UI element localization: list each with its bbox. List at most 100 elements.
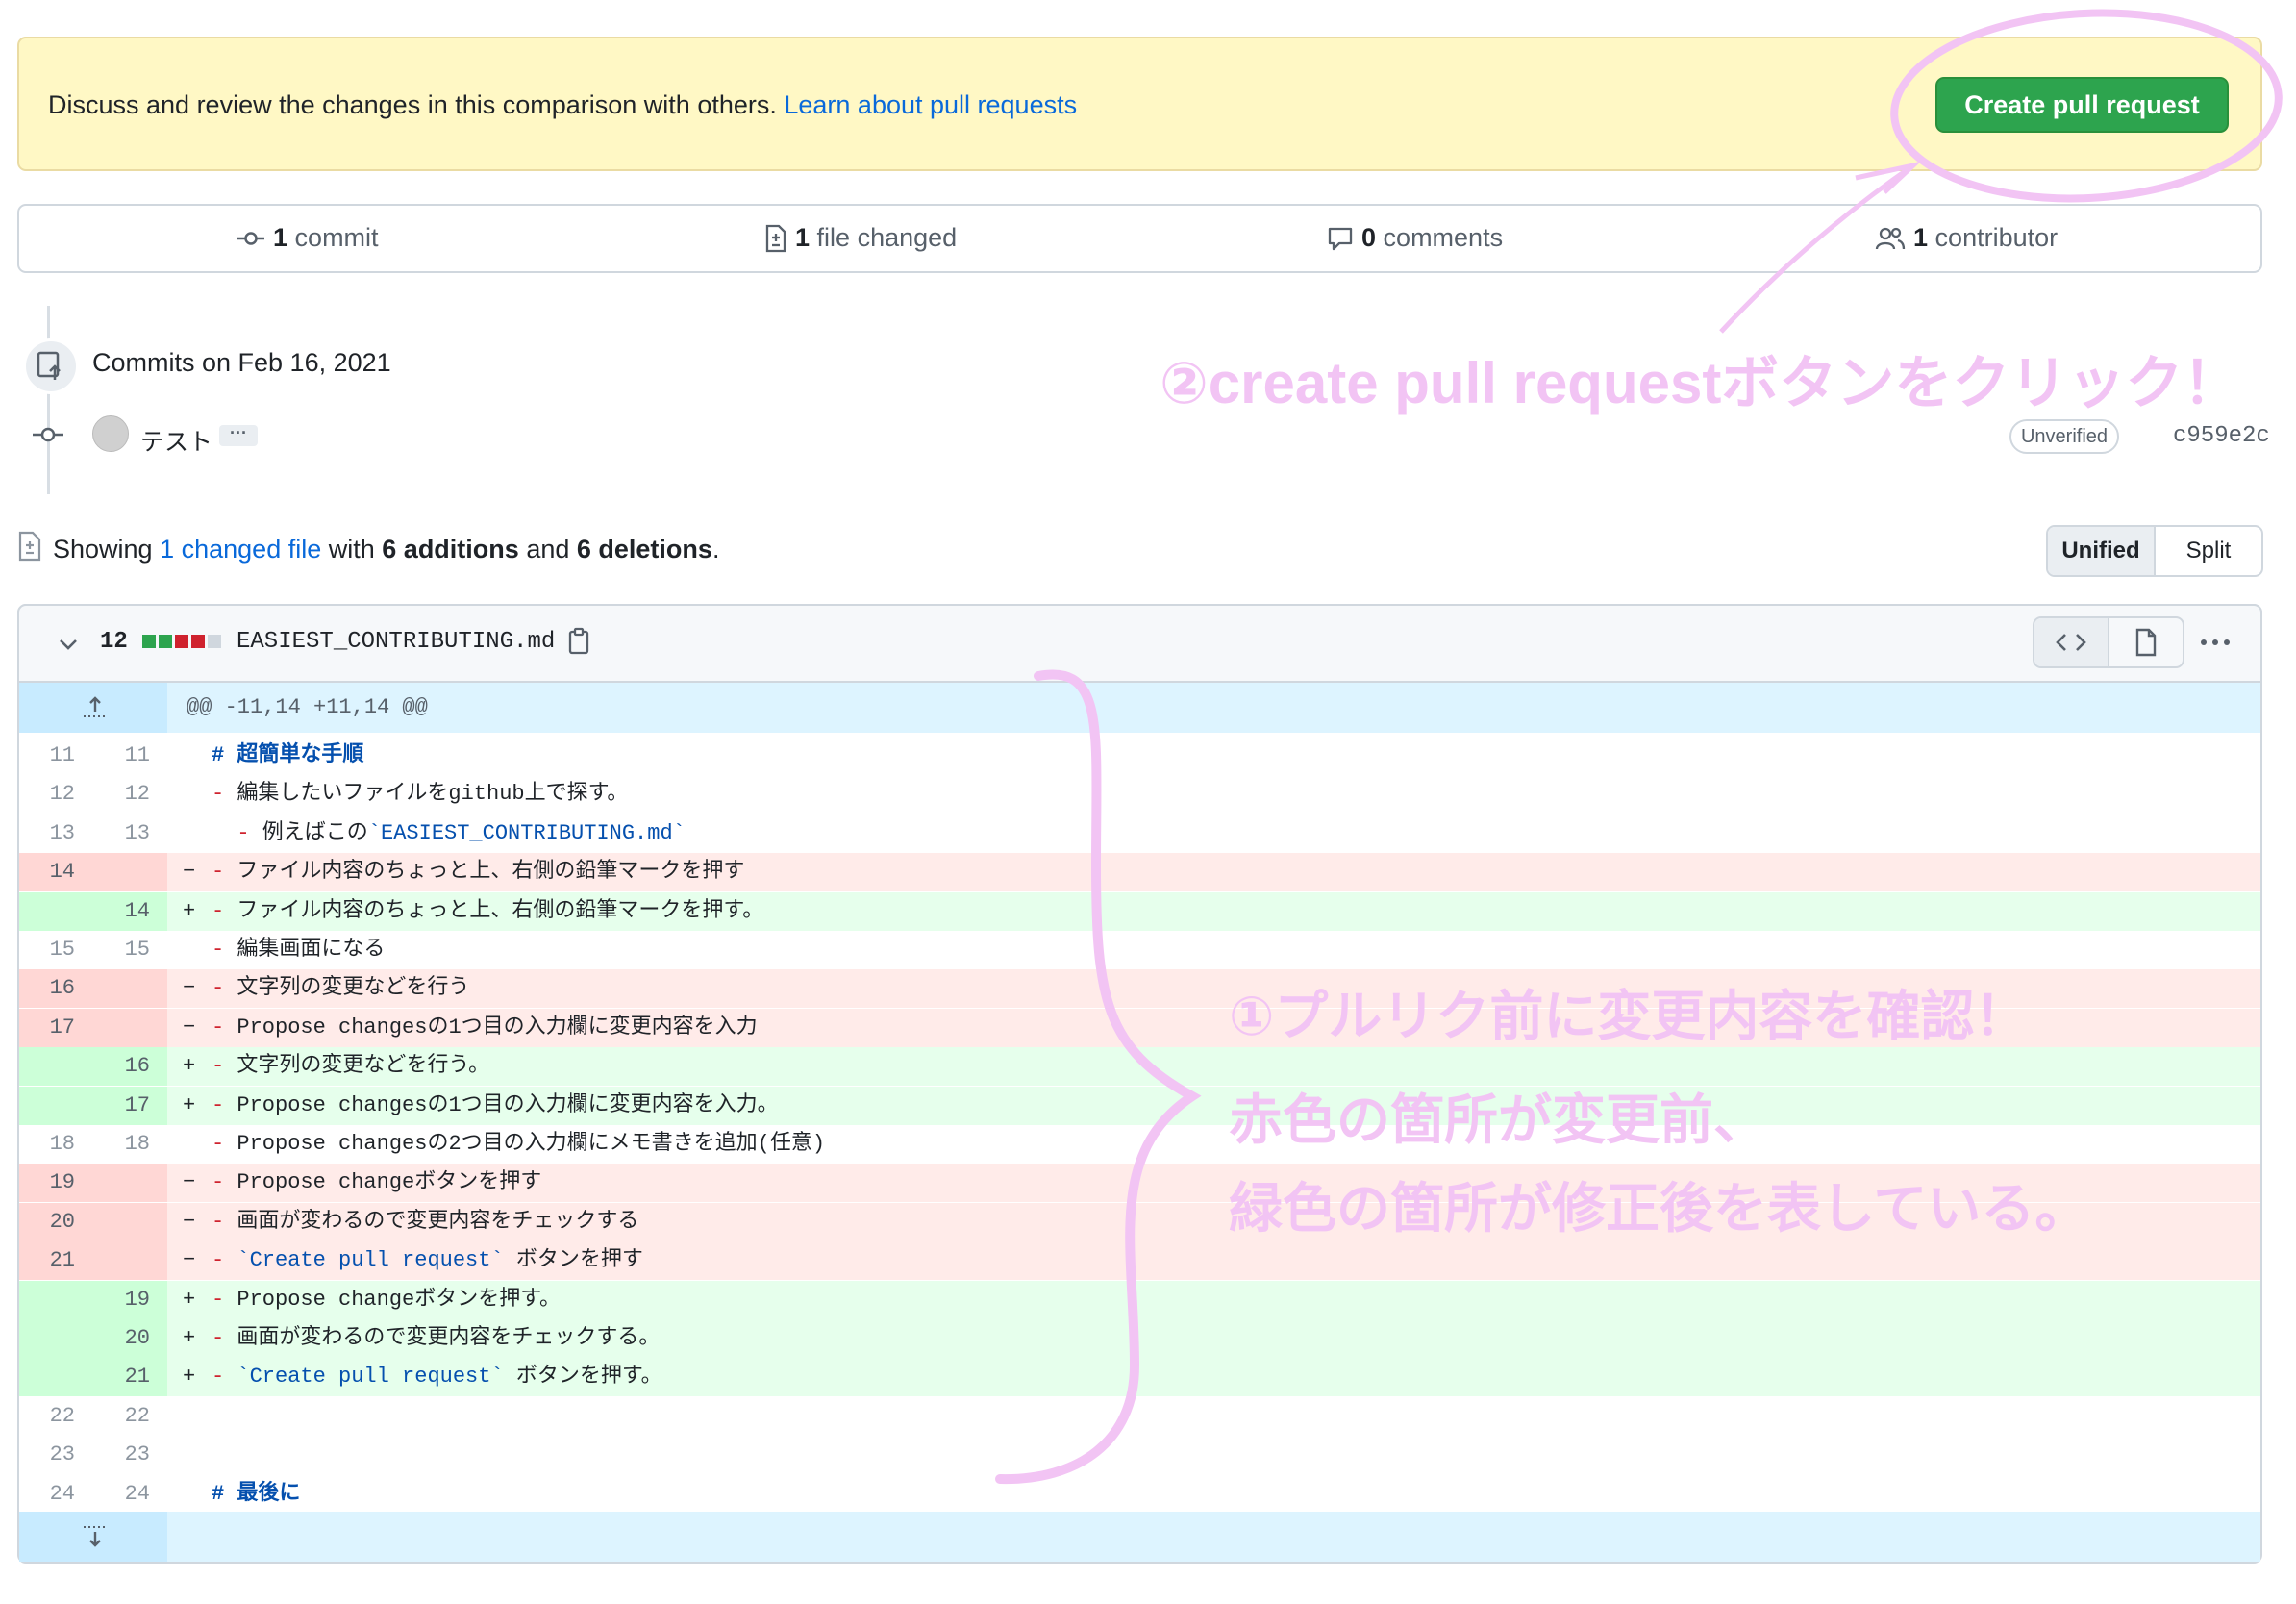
fold-up-icon[interactable]: [81, 694, 110, 721]
file-view-buttons: [2033, 616, 2184, 668]
old-line-number[interactable]: [19, 1319, 75, 1358]
old-line-number[interactable]: 24: [19, 1475, 75, 1514]
create-pull-request-button[interactable]: Create pull request: [1935, 77, 2229, 133]
new-line-number[interactable]: 23: [92, 1436, 150, 1474]
old-line-number[interactable]: 21: [19, 1241, 75, 1280]
new-line-number[interactable]: 13: [92, 815, 150, 853]
commit-sha-link[interactable]: c959e2c: [2173, 423, 2270, 449]
old-line-number[interactable]: 13: [19, 815, 75, 853]
old-line-number[interactable]: [19, 1281, 75, 1319]
old-line-number[interactable]: [19, 1047, 75, 1086]
learn-pull-requests-link[interactable]: Learn about pull requests: [784, 90, 1077, 119]
diff-line-ctx: 12 12 - 編集したいファイルをgithub上で探す。: [19, 775, 2260, 815]
new-line-number[interactable]: 15: [92, 931, 150, 969]
code-line: - 画面が変わるので変更内容をチェックする: [212, 1209, 639, 1234]
diff-line-ctx: 22 22: [19, 1396, 2260, 1436]
avatar[interactable]: [92, 415, 129, 452]
diff-sign: +: [183, 1054, 196, 1079]
annotation-step2: ②create pull requestボタンをクリック！: [1160, 351, 2241, 415]
hunk-header-row: @@ -11,14 +11,14 @@: [19, 683, 2260, 733]
new-line-number[interactable]: [92, 1009, 150, 1047]
old-line-number[interactable]: 20: [19, 1203, 75, 1241]
hunk-header-text: @@ -11,14 +11,14 @@: [187, 695, 428, 719]
changed-file-link[interactable]: 1 changed file: [160, 535, 321, 564]
diff-line-add: 21 + - `Create pull request` ボタンを押す。: [19, 1358, 2260, 1397]
file-icon[interactable]: [2109, 618, 2183, 666]
code-line: - 文字列の変更などを行う。: [212, 1054, 490, 1079]
old-line-number[interactable]: 14: [19, 853, 75, 891]
diff-sign: −: [183, 1015, 196, 1040]
file-name[interactable]: EASIEST_CONTRIBUTING.md: [237, 629, 555, 655]
new-line-number[interactable]: 24: [92, 1475, 150, 1514]
diff-line-ctx: 13 13 - 例えばこの`EASIEST_CONTRIBUTING.md`: [19, 814, 2260, 853]
new-line-number[interactable]: 12: [92, 775, 150, 814]
code-line: - 例えばこの`EASIEST_CONTRIBUTING.md`: [237, 820, 686, 845]
diff-sign: −: [183, 976, 196, 1001]
old-line-number[interactable]: 23: [19, 1436, 75, 1474]
chevron-down-icon[interactable]: [56, 635, 81, 654]
old-line-number[interactable]: 15: [19, 931, 75, 969]
unified-view-button[interactable]: Unified: [2048, 527, 2156, 575]
old-line-number[interactable]: [19, 1358, 75, 1396]
old-line-number[interactable]: 18: [19, 1125, 75, 1164]
old-line-number[interactable]: [19, 892, 75, 931]
old-line-number[interactable]: [19, 1087, 75, 1125]
diff-line-del: 21 − - `Create pull request` ボタンを押す: [19, 1241, 2260, 1281]
commit-author[interactable]: テスト: [140, 423, 212, 458]
diff-view-toggle: Unified Split: [2046, 525, 2263, 577]
split-view-button[interactable]: Split: [2156, 527, 2261, 575]
code-line: # 超簡単な手順: [212, 743, 364, 767]
kebab-horizontal-icon[interactable]: [2198, 633, 2233, 652]
git-commit-icon: [237, 231, 264, 245]
code-line: - Propose changeボタンを押す。: [212, 1287, 562, 1312]
new-line-number[interactable]: 16: [92, 1047, 150, 1086]
flash-message: Discuss and review the changes in this c…: [48, 90, 1077, 120]
copy-icon[interactable]: [567, 627, 590, 656]
old-line-number[interactable]: 16: [19, 969, 75, 1008]
new-line-number[interactable]: 22: [92, 1397, 150, 1436]
old-line-number[interactable]: 11: [19, 737, 75, 775]
old-line-number[interactable]: 12: [19, 775, 75, 814]
fold-down-icon[interactable]: [81, 1523, 110, 1550]
new-line-number[interactable]: [92, 1203, 150, 1241]
new-line-number[interactable]: [92, 1241, 150, 1280]
new-line-number[interactable]: 18: [92, 1125, 150, 1164]
diff-sign: +: [183, 1092, 196, 1117]
diff-sign: +: [183, 1365, 196, 1390]
code-line: - Propose changesの1つ目の入力欄に変更内容を入力: [212, 1015, 758, 1040]
new-line-number[interactable]: 14: [92, 892, 150, 931]
diff-line-add: 16 + - 文字列の変更などを行う。: [19, 1047, 2260, 1087]
contributors-count[interactable]: 1 contributor: [1875, 223, 2058, 253]
comment-icon: [1328, 227, 1353, 250]
new-line-number[interactable]: 17: [92, 1087, 150, 1125]
commits-date-heading: Commits on Feb 16, 2021: [92, 348, 391, 377]
diff-line-ctx: 11 11 # 超簡単な手順: [19, 737, 2260, 775]
new-line-number[interactable]: 19: [92, 1281, 150, 1319]
commits-count[interactable]: 1 commit: [237, 223, 379, 253]
new-line-number[interactable]: 20: [92, 1319, 150, 1358]
old-line-number[interactable]: 19: [19, 1164, 75, 1202]
code-line: - `Create pull request` ボタンを押す。: [212, 1365, 662, 1390]
timeline-line: [47, 306, 50, 494]
old-line-number[interactable]: 22: [19, 1397, 75, 1436]
new-line-number[interactable]: 21: [92, 1358, 150, 1396]
diff-line-ctx: 24 24 # 最後に: [19, 1474, 2260, 1514]
new-line-number[interactable]: [92, 969, 150, 1008]
commit-message-expand-button[interactable]: ···: [219, 424, 258, 446]
flash-text: Discuss and review the changes in this c…: [48, 90, 777, 119]
new-line-number[interactable]: 11: [92, 737, 150, 775]
old-line-number[interactable]: 17: [19, 1009, 75, 1047]
new-line-number[interactable]: [92, 853, 150, 891]
code-icon[interactable]: [2034, 618, 2109, 666]
diff-line-add: 19 + - Propose changeボタンを押す。: [19, 1280, 2260, 1319]
code-line: - `Create pull request` ボタンを押す: [212, 1248, 643, 1273]
diff-line-add: 17 + - Propose changesの1つ目の入力欄に変更内容を入力。: [19, 1086, 2260, 1125]
annotation-green-note: 緑色の箇所が修正後を表している。: [1229, 1178, 2089, 1239]
diff-line-add: 14 + - ファイル内容のちょっと上、右側の鉛筆マークを押す。: [19, 891, 2260, 931]
comments-count[interactable]: 0 comments: [1327, 223, 1503, 253]
diff-sign: −: [183, 860, 196, 885]
new-line-number[interactable]: [92, 1164, 150, 1202]
unverified-badge[interactable]: Unverified: [2009, 419, 2119, 454]
code-line: - 編集したいファイルをgithub上で探す。: [212, 782, 629, 807]
files-changed-count[interactable]: 1 file changed: [764, 223, 957, 253]
